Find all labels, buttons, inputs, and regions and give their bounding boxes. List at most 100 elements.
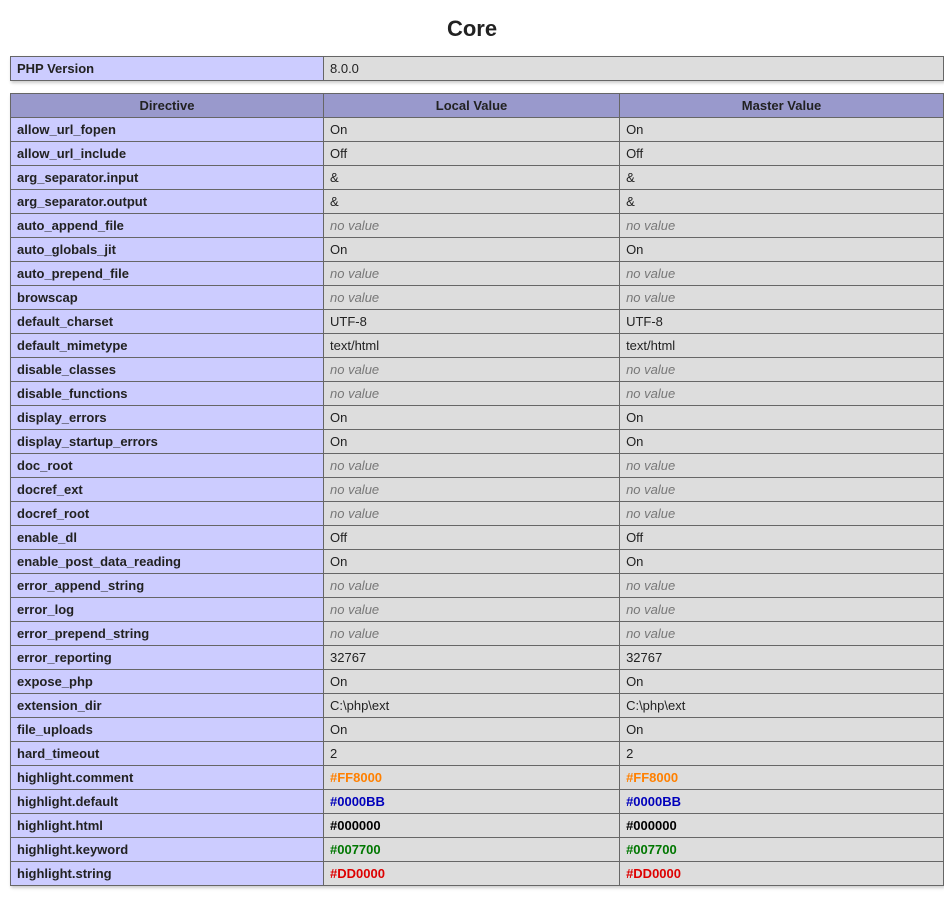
directive-name: enable_post_data_reading	[11, 550, 324, 574]
directive-value: On	[324, 430, 620, 454]
directive-name: highlight.html	[11, 814, 324, 838]
directive-value: 32767	[620, 646, 944, 670]
directive-name: allow_url_include	[11, 142, 324, 166]
directive-value: no value	[324, 214, 620, 238]
directive-value: C:\php\ext	[620, 694, 944, 718]
directive-name: auto_append_file	[11, 214, 324, 238]
directive-value: text/html	[324, 334, 620, 358]
directive-name: display_startup_errors	[11, 430, 324, 454]
directive-name: arg_separator.input	[11, 166, 324, 190]
directive-value: no value	[620, 574, 944, 598]
table-row: error_append_stringno valueno value	[11, 574, 944, 598]
directive-value: On	[620, 718, 944, 742]
col-local-value: Local Value	[324, 94, 620, 118]
directive-name: browscap	[11, 286, 324, 310]
directive-value: Off	[620, 142, 944, 166]
directive-value: no value	[620, 358, 944, 382]
directive-value: no value	[620, 478, 944, 502]
directive-name: docref_ext	[11, 478, 324, 502]
table-row: auto_prepend_fileno valueno value	[11, 262, 944, 286]
directive-name: enable_dl	[11, 526, 324, 550]
table-row: browscapno valueno value	[11, 286, 944, 310]
php-version-label: PHP Version	[11, 57, 324, 81]
directive-value: text/html	[620, 334, 944, 358]
table-row: docref_rootno valueno value	[11, 502, 944, 526]
directive-value: #DD0000	[324, 862, 620, 886]
directive-value: On	[324, 238, 620, 262]
directive-value: On	[620, 238, 944, 262]
directive-name: extension_dir	[11, 694, 324, 718]
directives-table: Directive Local Value Master Value allow…	[10, 93, 944, 886]
directive-value: On	[620, 670, 944, 694]
directive-name: allow_url_fopen	[11, 118, 324, 142]
directive-value: On	[620, 118, 944, 142]
directive-name: error_append_string	[11, 574, 324, 598]
directive-value: #FF8000	[620, 766, 944, 790]
directive-value: C:\php\ext	[324, 694, 620, 718]
directive-name: default_charset	[11, 310, 324, 334]
directive-value: &	[324, 190, 620, 214]
directive-name: doc_root	[11, 454, 324, 478]
php-version-value: 8.0.0	[324, 57, 944, 81]
directive-value: no value	[324, 262, 620, 286]
directive-value: no value	[324, 574, 620, 598]
directive-value: #007700	[620, 838, 944, 862]
directive-value: Off	[324, 526, 620, 550]
directive-value: #FF8000	[324, 766, 620, 790]
table-row: arg_separator.input&&	[11, 166, 944, 190]
directive-value: 32767	[324, 646, 620, 670]
php-version-table: PHP Version 8.0.0	[10, 56, 944, 81]
section-title: Core	[10, 16, 934, 42]
directive-value: #007700	[324, 838, 620, 862]
directive-name: highlight.keyword	[11, 838, 324, 862]
table-row: highlight.default#0000BB#0000BB	[11, 790, 944, 814]
directive-value: no value	[324, 598, 620, 622]
col-directive: Directive	[11, 94, 324, 118]
table-row: highlight.html#000000#000000	[11, 814, 944, 838]
table-row: hard_timeout22	[11, 742, 944, 766]
table-row: error_reporting3276732767	[11, 646, 944, 670]
table-row: expose_phpOnOn	[11, 670, 944, 694]
table-row: highlight.comment#FF8000#FF8000	[11, 766, 944, 790]
directive-name: file_uploads	[11, 718, 324, 742]
directive-value: On	[620, 550, 944, 574]
table-row: enable_dlOffOff	[11, 526, 944, 550]
directive-name: disable_classes	[11, 358, 324, 382]
directive-name: expose_php	[11, 670, 324, 694]
directive-value: #0000BB	[620, 790, 944, 814]
directive-value: On	[324, 406, 620, 430]
directive-value: no value	[620, 214, 944, 238]
directive-value: 2	[620, 742, 944, 766]
table-row: PHP Version 8.0.0	[11, 57, 944, 81]
directive-value: Off	[324, 142, 620, 166]
table-row: docref_extno valueno value	[11, 478, 944, 502]
table-row: allow_url_fopenOnOn	[11, 118, 944, 142]
directive-name: highlight.comment	[11, 766, 324, 790]
directive-name: auto_globals_jit	[11, 238, 324, 262]
directive-value: Off	[620, 526, 944, 550]
table-row: display_errorsOnOn	[11, 406, 944, 430]
directive-name: error_prepend_string	[11, 622, 324, 646]
table-row: arg_separator.output&&	[11, 190, 944, 214]
directive-value: no value	[620, 622, 944, 646]
table-row: highlight.keyword#007700#007700	[11, 838, 944, 862]
directive-value: &	[620, 166, 944, 190]
directive-value: no value	[324, 622, 620, 646]
directive-value: #0000BB	[324, 790, 620, 814]
directive-value: no value	[620, 262, 944, 286]
directive-name: auto_prepend_file	[11, 262, 324, 286]
directive-value: no value	[620, 382, 944, 406]
directive-value: #DD0000	[620, 862, 944, 886]
directive-value: &	[324, 166, 620, 190]
directive-name: highlight.string	[11, 862, 324, 886]
table-row: default_charsetUTF-8UTF-8	[11, 310, 944, 334]
table-row: auto_append_fileno valueno value	[11, 214, 944, 238]
directive-value: UTF-8	[324, 310, 620, 334]
directive-value: no value	[324, 358, 620, 382]
directive-value: no value	[620, 598, 944, 622]
directive-value: On	[324, 118, 620, 142]
table-row: doc_rootno valueno value	[11, 454, 944, 478]
directive-name: highlight.default	[11, 790, 324, 814]
table-row: error_prepend_stringno valueno value	[11, 622, 944, 646]
directive-value: no value	[324, 286, 620, 310]
